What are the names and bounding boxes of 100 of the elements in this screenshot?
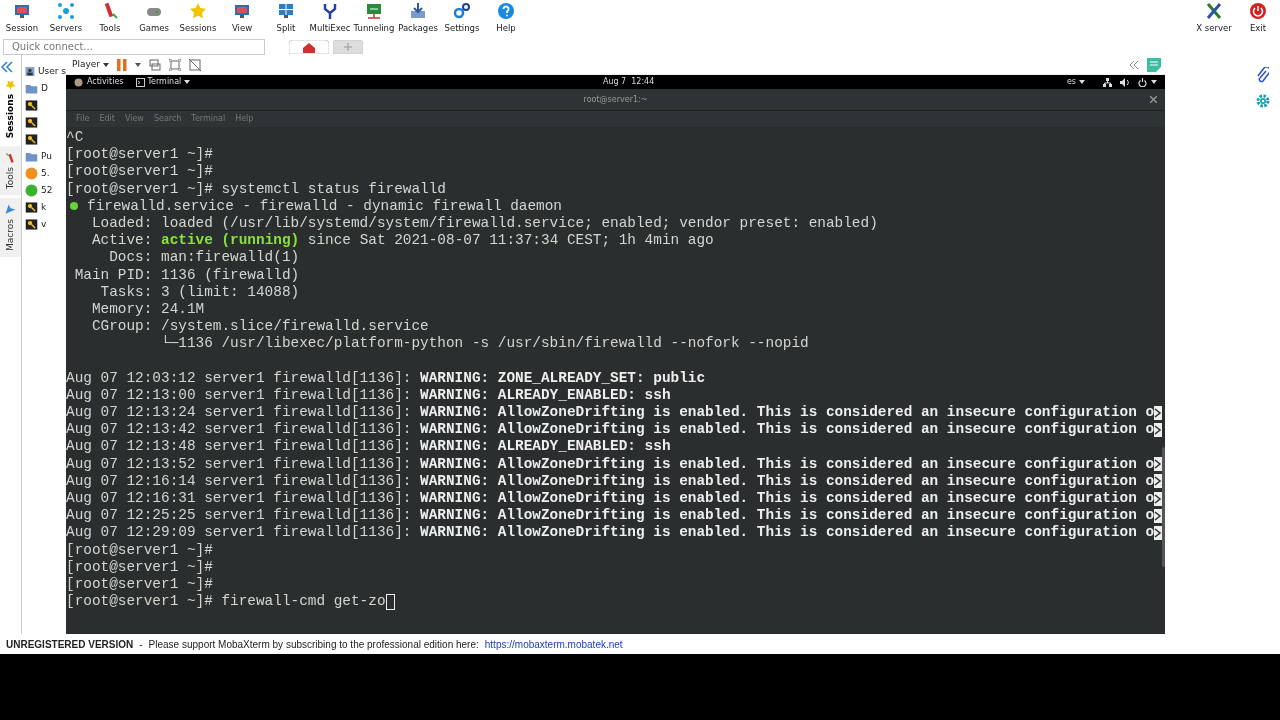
fork-icon xyxy=(321,2,339,20)
key-icon xyxy=(25,99,38,112)
fullscreen-icon[interactable] xyxy=(169,58,181,71)
separator-text: - xyxy=(139,637,143,652)
close-icon[interactable] xyxy=(1150,96,1157,103)
terminal-line: └─1136 /usr/libexec/platform-python -s /usr/sbin/firewalld --nofork --nopid xyxy=(160,335,809,353)
terminal-line: Aug 07 12:13:42 server1 firewalld[1136]: WARNING: AllowZoneDrifting is enabled. This is considered an insecure configuration o xyxy=(66,421,1155,439)
power-icon[interactable] xyxy=(1138,77,1147,87)
activities-button[interactable]: Activities xyxy=(87,76,124,88)
terminal-line: Tasks: 3 (limit: 14088) xyxy=(99,283,300,301)
monitor-icon xyxy=(13,2,31,20)
toolbar-button[interactable]: Sessions xyxy=(176,2,220,35)
star-icon xyxy=(189,2,207,20)
tree-item-label[interactable]: D xyxy=(41,81,48,96)
terminal-line: CGroup: /system.slice/firewalld.service xyxy=(90,318,429,335)
terminal-line: Aug 07 12:03:12 server1 firewalld[1136]: WARNING: ZONE_ALREADY_SET: public xyxy=(66,369,706,387)
toolbar-button[interactable]: Tools xyxy=(88,2,132,35)
paperclip-icon[interactable] xyxy=(1256,67,1269,83)
user-icon xyxy=(25,65,35,78)
tree-item-label[interactable]: 52 xyxy=(41,183,53,198)
settings-icon[interactable] xyxy=(1254,93,1271,109)
paper-plane-icon xyxy=(5,203,16,215)
toolbar-button[interactable]: Games xyxy=(132,2,176,35)
terminal-line: [root@server1 ~]# xyxy=(66,146,213,164)
terminal-line: Main PID: 1136 (firewalld) xyxy=(73,266,300,284)
download-icon xyxy=(409,2,427,20)
terminal-line: [root@server1 ~]# xyxy=(66,575,213,594)
windows-icon[interactable] xyxy=(149,58,161,71)
toolbar-button[interactable]: View xyxy=(220,2,264,35)
toolbar-button[interactable]: Settings xyxy=(440,2,484,35)
window-title: root@server1:~ xyxy=(583,93,648,106)
terminal-icon xyxy=(135,77,145,87)
tree-item-label[interactable]: User s xyxy=(37,64,66,79)
volume-icon[interactable] xyxy=(1120,77,1130,87)
unregistered-label: UNREGISTERED VERSION xyxy=(6,637,134,652)
tree-item-label[interactable]: Pu xyxy=(41,149,52,164)
clock[interactable]: Aug 7 12:44 xyxy=(602,76,655,88)
toolbar-button[interactable]: Help xyxy=(484,2,528,35)
folder-icon xyxy=(25,82,38,95)
support-message: Please support MobaXterm by subscribing to the professional edition here: xyxy=(148,637,479,652)
caret-icon[interactable] xyxy=(184,80,191,84)
tree-item-label[interactable]: v xyxy=(41,217,47,232)
double-chevron-icon[interactable] xyxy=(1129,60,1139,69)
terminal-line: firewalld.service - firewalld - dynamic firewall daemon xyxy=(87,197,562,215)
toolbar-button[interactable]: MultiExec xyxy=(308,2,352,35)
terminal-line: Aug 07 12:16:14 server1 firewalld[1136]: WARNING: AllowZoneDrifting is enabled. This is considered an insecure configuration o xyxy=(66,472,1155,490)
terminal-line: Memory: 24.1M xyxy=(90,300,205,319)
toolbar-button[interactable]: X server xyxy=(1192,2,1236,35)
terminal-line: [root@server1 ~]# xyxy=(66,541,213,559)
terminal-line: Aug 07 12:13:52 server1 firewalld[1136]: WARNING: AllowZoneDrifting is enabled. This is considered an insecure configuration o xyxy=(66,455,1155,473)
terminal-line: Aug 07 12:13:00 server1 firewalld[1136]: WARNING: ALREADY_ENABLED: ssh xyxy=(66,386,671,404)
home-tab[interactable] xyxy=(289,39,329,54)
key-icon xyxy=(25,201,38,214)
toolbar-button[interactable]: Tunneling xyxy=(352,2,396,35)
key-icon xyxy=(25,116,38,129)
key-icon xyxy=(25,218,38,231)
terminal-line: Loaded: loaded (/usr/lib/systemd/system/firewalld.service; enabled; vendor preset: enabled) xyxy=(90,214,878,233)
terminal-line: Aug 07 12:25:25 server1 firewalld[1136]: WARNING: AllowZoneDrifting is enabled. This is considered an insecure configuration o xyxy=(66,507,1155,525)
caret-icon[interactable] xyxy=(1079,80,1085,84)
monitor-icon xyxy=(233,2,251,20)
key-icon xyxy=(25,133,38,146)
collapse-icon[interactable] xyxy=(0,61,14,73)
toolbar-button[interactable]: Session xyxy=(0,2,44,35)
gears-icon xyxy=(453,2,471,20)
keyboard-layout-menu[interactable]: es xyxy=(1066,76,1076,88)
app-menu[interactable]: Terminal xyxy=(147,76,182,88)
terminal-line: [root@server1 ~]# systemctl status firewalld xyxy=(66,180,446,198)
pause-icon[interactable] xyxy=(117,58,127,71)
toolbar-button[interactable]: Split xyxy=(264,2,308,35)
player-dropdown[interactable]: Player xyxy=(72,57,100,72)
toolbar-button[interactable]: Packages xyxy=(396,2,440,35)
network-icon xyxy=(57,2,75,20)
side-tab[interactable]: Tools xyxy=(0,146,21,196)
website-link[interactable]: https://mobaxterm.mobatek.net xyxy=(484,636,623,652)
quick-connect-field[interactable]: Quick connect... xyxy=(3,38,265,55)
tools-icon xyxy=(5,152,16,164)
tree-item-label[interactable]: k xyxy=(41,200,47,215)
folder-icon xyxy=(25,150,38,163)
terminal-line: Aug 07 12:13:48 server1 firewalld[1136]: WARNING: ALREADY_ENABLED: ssh xyxy=(66,438,671,456)
caret-icon[interactable] xyxy=(103,62,109,67)
x-icon xyxy=(1205,2,1223,20)
star-icon xyxy=(5,79,16,90)
side-tab[interactable]: Macros xyxy=(0,197,21,257)
terminal-line: ^C xyxy=(66,129,84,147)
terminal-line: Aug 07 12:16:31 server1 firewalld[1136]: WARNING: AllowZoneDrifting is enabled. This is considered an insecure configuration o xyxy=(66,489,1155,508)
terminal-line: [root@server1 ~]# firewall-cmd get-zo xyxy=(66,593,386,611)
gnome-logo-icon xyxy=(74,77,83,87)
caret-icon[interactable] xyxy=(1151,80,1157,84)
terminal-line: [root@server1 ~]# xyxy=(66,163,213,181)
terminal-line: Aug 07 12:13:24 server1 firewalld[1136]: WARNING: AllowZoneDrifting is enabled. This is considered an insecure configuration o xyxy=(66,404,1155,422)
toolbar-button[interactable]: Servers xyxy=(44,2,88,35)
network-icon[interactable] xyxy=(1103,77,1112,87)
caret-icon[interactable] xyxy=(135,62,141,67)
terminal-line: Docs: man:firewalld(1) xyxy=(108,249,300,267)
toolbar-button[interactable]: Exit xyxy=(1236,2,1280,35)
terminal-line: Aug 07 12:29:09 server1 firewalld[1136]: WARNING: AllowZoneDrifting is enabled. This is considered an insecure configuration o xyxy=(66,524,1155,542)
terminal-line: [root@server1 ~]# xyxy=(66,558,213,576)
no-fullscreen-icon[interactable] xyxy=(189,58,201,71)
terminal-line: Active: active (running) since Sat 2021-08-07 11:37:34 CEST; 1h 4min ago xyxy=(90,232,714,250)
tree-item-label[interactable]: 5. xyxy=(41,166,50,181)
